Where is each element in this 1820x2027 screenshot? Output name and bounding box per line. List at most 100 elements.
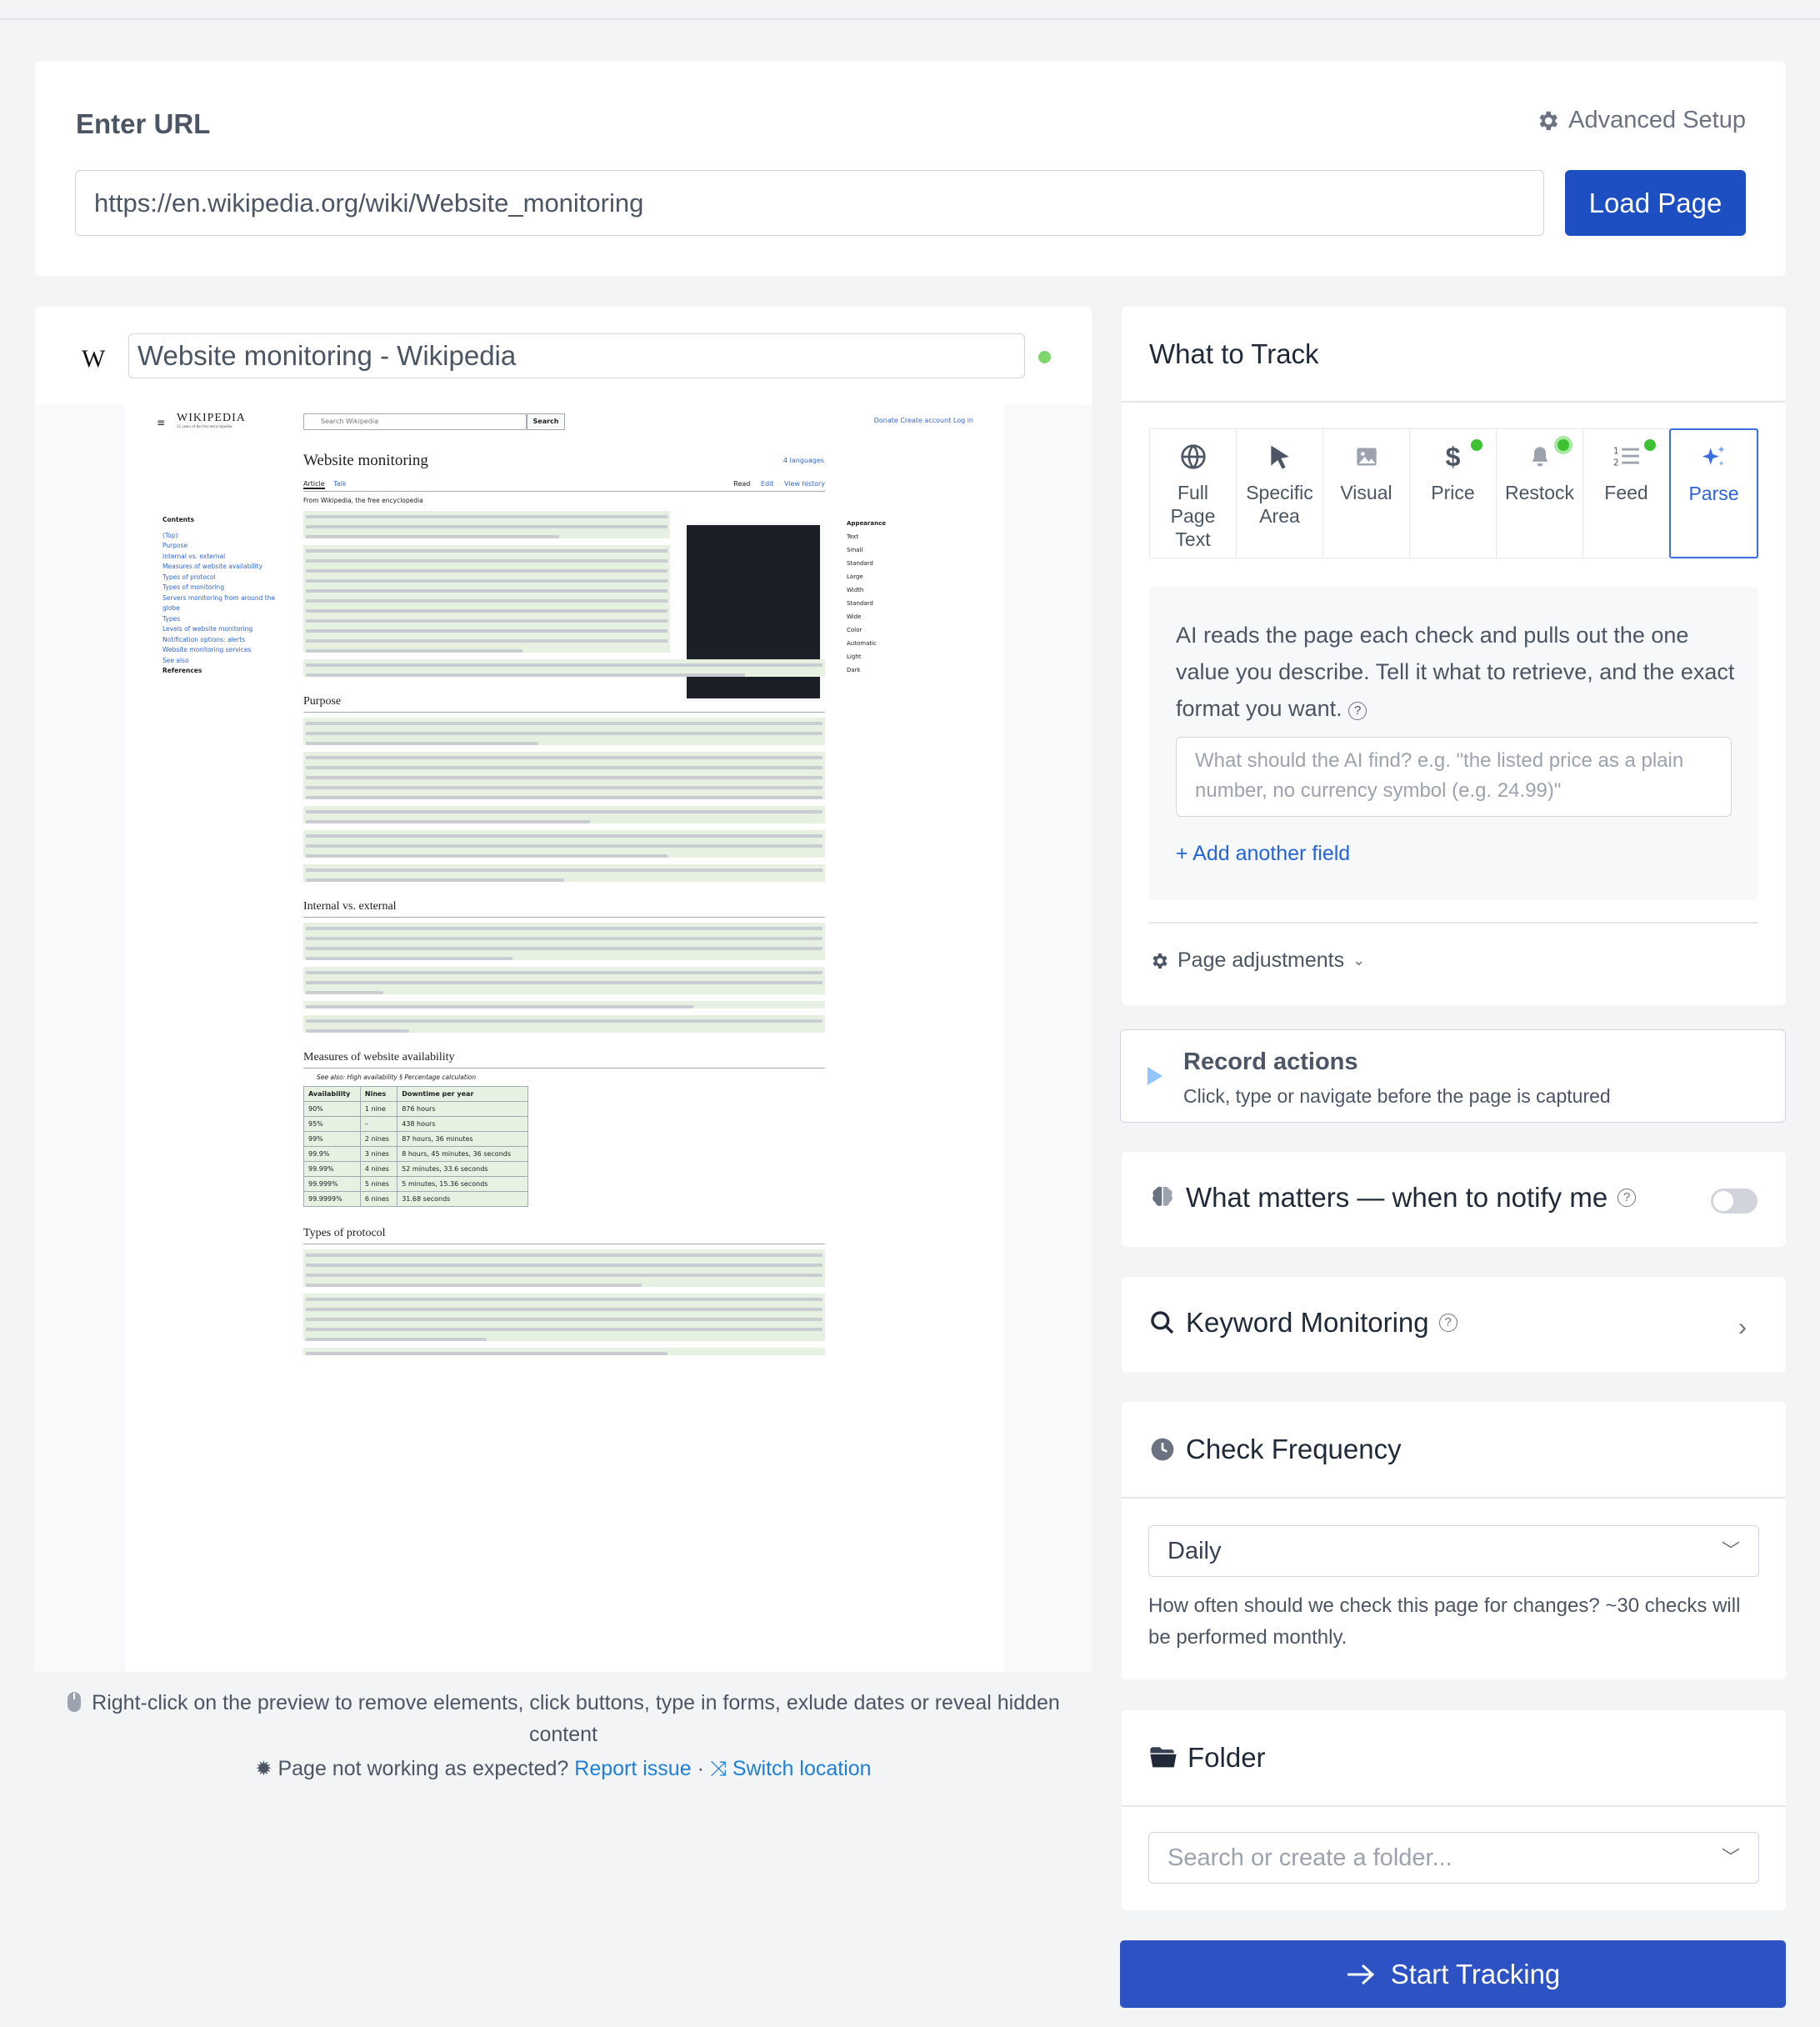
- chevron-right-icon: ›: [1738, 1314, 1747, 1341]
- help-icon[interactable]: ?: [1348, 702, 1368, 720]
- appearance-option[interactable]: Automatic: [847, 637, 972, 650]
- appearance-title: Appearance: [847, 520, 886, 527]
- folder-title-row: Folder: [1149, 1742, 1266, 1774]
- appearance-option[interactable]: Large: [847, 570, 972, 583]
- start-tracking-label: Start Tracking: [1390, 1958, 1561, 1989]
- bug-icon: ✹: [255, 1758, 272, 1780]
- help-icon[interactable]: ?: [1618, 1189, 1637, 1207]
- table-cell: 1 nine: [359, 1101, 398, 1117]
- page-adjustments-label: Page adjustments: [1178, 948, 1345, 972]
- appearance-option[interactable]: Light: [847, 650, 972, 663]
- add-another-field-link[interactable]: + Add another field: [1176, 842, 1350, 866]
- table-cell: 99.999%: [303, 1176, 361, 1192]
- frequency-title-row: Check Frequency: [1149, 1434, 1402, 1465]
- wikipedia-logo-text: WIKIPEDIA: [177, 412, 246, 424]
- tab-price[interactable]: $ Price: [1410, 429, 1497, 558]
- wikipedia-screenshot[interactable]: ≡ WIKIPEDIA 25 years of the free encyclo…: [125, 405, 1003, 1672]
- svg-text:1: 1: [1613, 447, 1619, 457]
- table-cell: –: [359, 1116, 398, 1132]
- table-row: 90% 1 nine 876 hours: [303, 1101, 528, 1117]
- availability-table: Availability Nines Downtime per year 90%…: [303, 1086, 528, 1207]
- toc-item[interactable]: Types of protocol: [162, 573, 288, 583]
- paragraph: [303, 718, 825, 745]
- toc-item[interactable]: Levels of website monitoring: [162, 624, 288, 635]
- wiki-section-heading: Internal vs. external: [303, 888, 825, 918]
- keyword-monitoring-card[interactable]: Keyword Monitoring ? ›: [1122, 1277, 1786, 1372]
- url-card: Enter URL Advanced Setup Load Page: [35, 62, 1786, 276]
- switch-location-link[interactable]: Switch location: [732, 1757, 872, 1780]
- report-issue-link[interactable]: Report issue: [574, 1757, 691, 1780]
- appearance-option[interactable]: Standard: [847, 597, 972, 610]
- paragraph: [303, 923, 825, 960]
- table-header: Nines: [359, 1086, 398, 1102]
- wiki-top-links[interactable]: Donate Create account Log in: [874, 417, 973, 424]
- wiki-tab-edit[interactable]: Edit: [761, 480, 774, 488]
- wiki-search-button[interactable]: Search: [527, 413, 565, 430]
- page-title-field[interactable]: [128, 333, 1025, 378]
- divider: [1122, 1497, 1786, 1499]
- page-adjustments-toggle[interactable]: Page adjustments ⌄: [1149, 948, 1365, 973]
- help-icon[interactable]: ?: [1438, 1314, 1458, 1332]
- chevron-down-icon: ﹀: [1721, 1847, 1740, 1868]
- appearance-option[interactable]: Standard: [847, 557, 972, 570]
- wiki-tab-talk[interactable]: Talk: [333, 480, 346, 488]
- notify-toggle[interactable]: [1711, 1189, 1758, 1214]
- table-cell: 8 hours, 45 minutes, 36 seconds: [397, 1146, 528, 1162]
- table-header: Downtime per year: [397, 1086, 528, 1102]
- appearance-option[interactable]: Wide: [847, 610, 972, 623]
- tab-visual[interactable]: Visual: [1323, 429, 1410, 558]
- appearance-option[interactable]: Dark: [847, 663, 972, 677]
- table-header: Availability: [303, 1086, 361, 1102]
- paragraph: [303, 1001, 825, 1008]
- hamburger-icon[interactable]: ≡: [157, 417, 165, 428]
- wiki-tab-history[interactable]: View history: [784, 480, 825, 488]
- load-page-button[interactable]: Load Page: [1565, 170, 1746, 236]
- start-tracking-button[interactable]: Start Tracking: [1120, 1940, 1786, 2008]
- tab-label: Restock: [1504, 482, 1575, 503]
- advanced-setup-link[interactable]: Advanced Setup: [1535, 107, 1746, 134]
- notify-title: What matters — when to notify me: [1186, 1182, 1608, 1213]
- ai-description: AI reads the page each check and pulls o…: [1176, 617, 1742, 727]
- wiki-tab-read[interactable]: Read: [733, 480, 750, 488]
- toc-item[interactable]: Website monitoring services: [162, 645, 288, 656]
- toc-item[interactable]: Types of monitoring: [162, 583, 288, 593]
- toc-item[interactable]: Types: [162, 614, 288, 625]
- toc-item[interactable]: References: [162, 666, 288, 677]
- table-cell: 3 nines: [359, 1146, 398, 1162]
- frequency-select[interactable]: Daily ﹀: [1148, 1525, 1759, 1577]
- tab-full-page-text[interactable]: Full Page Text: [1150, 429, 1237, 558]
- toc-item[interactable]: Measures of website availability: [162, 562, 288, 573]
- toc-item[interactable]: Internal vs. external: [162, 552, 288, 563]
- paragraph: [303, 1294, 825, 1341]
- url-input[interactable]: [75, 170, 1544, 236]
- track-type-tabs: Full Page Text Specific Area Visual $ Pr…: [1149, 428, 1758, 558]
- wiki-article-body: From Wikipedia, the free encyclopedia Pu…: [303, 497, 825, 1362]
- wiki-contents: Contents (Top) Purpose Internal vs. exte…: [162, 480, 288, 677]
- toc-item[interactable]: (Top): [162, 531, 288, 542]
- record-actions-card[interactable]: Record actions Click, type or navigate b…: [1120, 1029, 1786, 1123]
- folder-select[interactable]: Search or create a folder... ﹀: [1148, 1832, 1759, 1884]
- tab-specific-area[interactable]: Specific Area: [1237, 429, 1323, 558]
- toc-item[interactable]: See also: [162, 656, 288, 667]
- link-separator: ·: [697, 1757, 704, 1780]
- toc-item[interactable]: Servers monitoring from around the globe: [162, 593, 288, 614]
- tab-parse[interactable]: Parse: [1669, 428, 1758, 558]
- toc-item[interactable]: Purpose: [162, 541, 288, 552]
- table-cell: 31.68 seconds: [397, 1191, 528, 1207]
- page-preview[interactable]: ≡ WIKIPEDIA 25 years of the free encyclo…: [35, 405, 1092, 1672]
- paragraph: [303, 1348, 825, 1355]
- ai-query-input[interactable]: What should the AI find? e.g. "the liste…: [1176, 737, 1732, 817]
- wiki-see-also[interactable]: See also: High availability § Percentage…: [317, 1074, 825, 1081]
- tab-restock[interactable]: Restock: [1497, 429, 1583, 558]
- wiki-search-input[interactable]: Search Wikipedia: [303, 413, 527, 430]
- wiki-tab-article[interactable]: Article: [303, 480, 325, 489]
- wiki-languages[interactable]: 4 languages: [783, 457, 824, 464]
- keyword-title: Keyword Monitoring: [1186, 1307, 1429, 1338]
- table-row: 99.999% 5 nines 5 minutes, 15.36 seconds: [303, 1176, 528, 1192]
- folder-card: Folder Search or create a folder... ﹀: [1122, 1710, 1786, 1910]
- appearance-label: Text: [847, 533, 859, 540]
- tab-feed[interactable]: 12 Feed: [1583, 429, 1670, 558]
- arrow-right-icon: [1347, 1964, 1374, 1984]
- toc-item[interactable]: Notification options: alerts: [162, 635, 288, 646]
- appearance-option[interactable]: Small: [847, 543, 972, 557]
